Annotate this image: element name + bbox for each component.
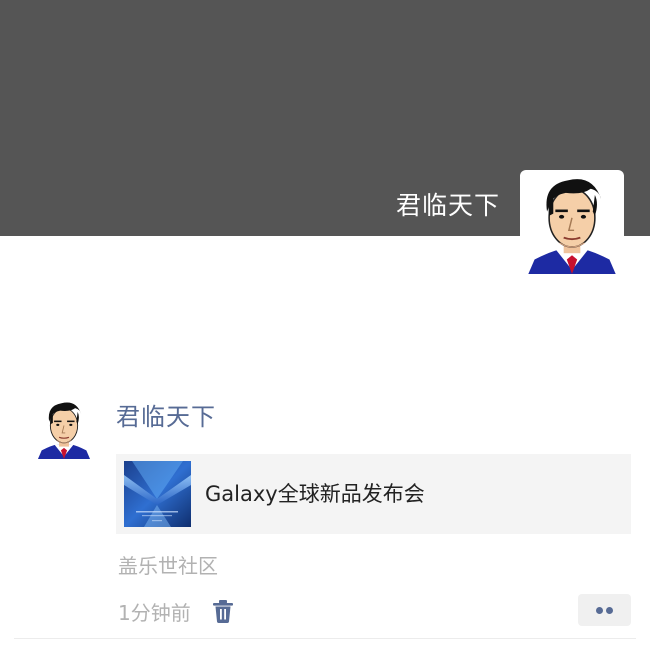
cartoon-man-icon — [528, 179, 616, 274]
more-actions-button[interactable] — [578, 594, 631, 626]
trash-icon — [213, 600, 233, 623]
shared-link-title: Galaxy全球新品发布会 — [205, 482, 425, 506]
post-source-label[interactable]: 盖乐世社区 — [118, 551, 218, 581]
shared-link-card[interactable]: Galaxy全球新品发布会 — [116, 454, 631, 534]
more-dots-icon — [606, 607, 613, 614]
galaxy-event-thumbnail-icon — [124, 461, 191, 527]
more-dots-icon — [596, 607, 603, 614]
cover-user-name: 君临天下 — [395, 191, 500, 220]
cartoon-man-icon — [37, 402, 91, 459]
moments-page: 君临天下 君临天下 Galaxy全球新品发布会 盖乐世社区 1分钟前 — [0, 0, 650, 646]
post-author-name[interactable]: 君临天下 — [116, 400, 216, 434]
post-author-avatar[interactable] — [33, 392, 95, 464]
post-divider — [14, 638, 636, 639]
post-timestamp: 1分钟前 — [118, 601, 191, 625]
shared-link-thumbnail — [124, 461, 191, 527]
cover-avatar[interactable] — [520, 170, 624, 274]
delete-post-button[interactable] — [210, 598, 236, 624]
